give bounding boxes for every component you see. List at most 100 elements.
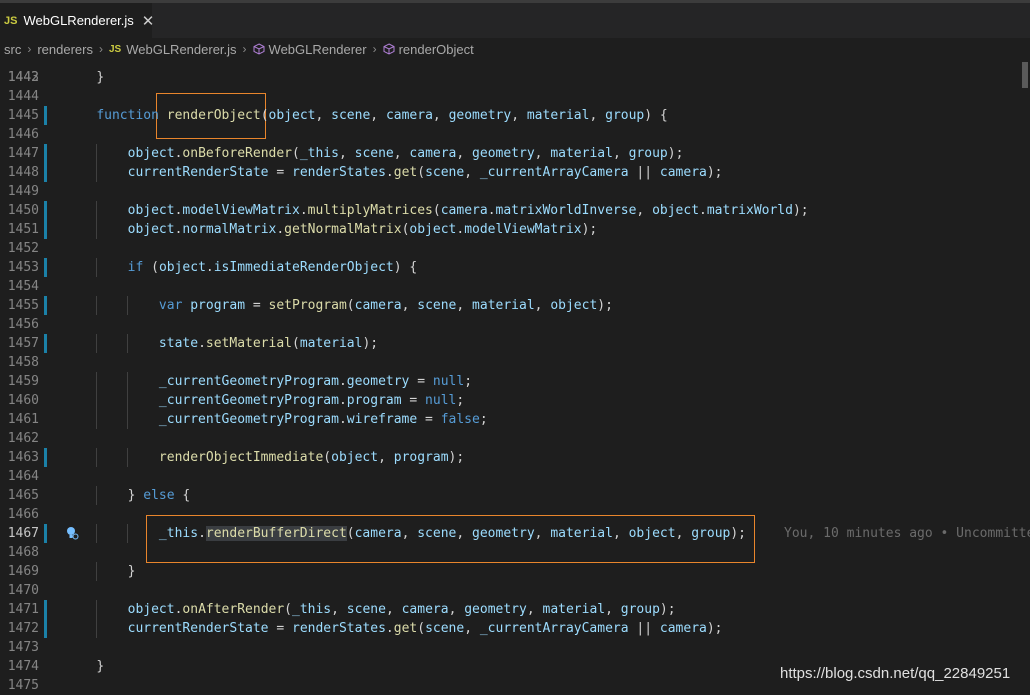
code-line[interactable]: 1467 _this.renderBufferDirect(camera, sc… <box>0 524 1030 543</box>
chevron-right-icon: › <box>98 42 103 56</box>
class-cube-icon <box>253 43 265 55</box>
code-text: _this.renderBufferDirect(camera, scene, … <box>158 526 747 541</box>
code-text: currentRenderState = renderStates.get(sc… <box>127 165 723 180</box>
code-text: object.onAfterRender(_this, scene, camer… <box>127 602 676 617</box>
code-line[interactable]: 1463 renderObjectImmediate(object, progr… <box>0 448 1030 467</box>
line-number: 1467 <box>7 526 39 541</box>
git-modified-indicator[interactable] <box>44 163 47 182</box>
git-modified-indicator[interactable] <box>44 201 47 220</box>
line-number: 1443 <box>7 70 39 85</box>
line-number: 1474 <box>7 659 39 674</box>
code-line[interactable]: 1465 } else { <box>0 486 1030 505</box>
code-line[interactable]: 1471 object.onAfterRender(_this, scene, … <box>0 600 1030 619</box>
javascript-file-icon: JS <box>108 43 122 55</box>
line-number: 1447 <box>7 146 39 161</box>
code-text: } <box>127 564 136 579</box>
code-text: object.onBeforeRender(_this, scene, came… <box>127 146 684 161</box>
code-text: _currentGeometryProgram.wireframe = fals… <box>158 412 488 427</box>
code-line[interactable]: 1457 state.setMaterial(material); <box>0 334 1030 353</box>
code-editor[interactable]: 1442 1443 } 1444 1445 function renderObjec… <box>0 60 1030 695</box>
code-text: } <box>96 70 105 85</box>
code-line[interactable]: 1456 <box>0 315 1030 334</box>
git-blame-annotation: You, 10 minutes ago • Uncommitte <box>784 526 1030 541</box>
code-line[interactable]: 1454 <box>0 277 1030 296</box>
line-number: 1456 <box>7 317 39 332</box>
breadcrumb-item-method[interactable]: renderObject <box>399 42 474 57</box>
code-text: currentRenderState = renderStates.get(sc… <box>127 621 723 636</box>
line-number: 1463 <box>7 450 39 465</box>
breadcrumb-item-src[interactable]: src <box>4 42 21 57</box>
git-modified-indicator[interactable] <box>44 106 47 125</box>
code-line-partial: 1442 <box>0 60 1030 85</box>
code-line[interactable]: 1461 _currentGeometryProgram.wireframe =… <box>0 410 1030 429</box>
code-line[interactable]: 1448 currentRenderState = renderStates.g… <box>0 163 1030 182</box>
breadcrumb-item-class[interactable]: WebGLRenderer <box>269 42 367 57</box>
code-line[interactable]: 1458 <box>0 353 1030 372</box>
line-number: 1453 <box>7 260 39 275</box>
code-line[interactable]: 1455 var program = setProgram(camera, sc… <box>0 296 1030 315</box>
git-modified-indicator[interactable] <box>44 619 47 638</box>
line-number: 1449 <box>7 184 39 199</box>
code-line[interactable]: 1444 <box>0 87 1030 106</box>
code-line[interactable]: 1468 <box>0 543 1030 562</box>
code-line[interactable]: 1459 _currentGeometryProgram.geometry = … <box>0 372 1030 391</box>
code-line[interactable]: 1470 <box>0 581 1030 600</box>
line-number: 1444 <box>7 89 39 104</box>
code-line[interactable]: 1449 <box>0 182 1030 201</box>
tab-webglrenderer[interactable]: JS WebGLRenderer.js ✕ <box>0 3 155 38</box>
line-number: 1472 <box>7 621 39 636</box>
code-line[interactable]: 1450 object.modelViewMatrix.multiplyMatr… <box>0 201 1030 220</box>
code-text: var program = setProgram(camera, scene, … <box>158 298 613 313</box>
code-text: renderObjectImmediate(object, program); <box>158 450 465 465</box>
code-line[interactable]: 1462 <box>0 429 1030 448</box>
close-icon[interactable]: ✕ <box>142 12 155 30</box>
line-number: 1454 <box>7 279 39 294</box>
line-number: 1448 <box>7 165 39 180</box>
line-number: 1450 <box>7 203 39 218</box>
code-line[interactable]: 1446 <box>0 125 1030 144</box>
git-modified-indicator[interactable] <box>44 524 47 543</box>
code-line[interactable]: 1443 } <box>0 68 1030 87</box>
line-number: 1458 <box>7 355 39 370</box>
code-line[interactable]: 1451 object.normalMatrix.getNormalMatrix… <box>0 220 1030 239</box>
code-text: _currentGeometryProgram.program = null; <box>158 393 465 408</box>
git-modified-indicator[interactable] <box>44 334 47 353</box>
line-number: 1461 <box>7 412 39 427</box>
code-line[interactable]: 1473 <box>0 638 1030 657</box>
code-line[interactable]: 1445 function renderObject(object, scene… <box>0 106 1030 125</box>
line-number: 1460 <box>7 393 39 408</box>
code-line[interactable]: 1460 _currentGeometryProgram.program = n… <box>0 391 1030 410</box>
line-number: 1462 <box>7 431 39 446</box>
breadcrumb-item-renderers[interactable]: renderers <box>37 42 93 57</box>
line-number: 1469 <box>7 564 39 579</box>
git-modified-indicator[interactable] <box>44 448 47 467</box>
line-number: 1455 <box>7 298 39 313</box>
git-modified-indicator[interactable] <box>44 600 47 619</box>
code-line[interactable]: 1447 object.onBeforeRender(_this, scene,… <box>0 144 1030 163</box>
lightbulb-icon[interactable] <box>64 525 80 541</box>
tab-title: WebGLRenderer.js <box>23 13 134 28</box>
chevron-right-icon: › <box>372 42 377 56</box>
line-number: 1475 <box>7 678 39 693</box>
code-line[interactable]: 1469 } <box>0 562 1030 581</box>
code-text: object.modelViewMatrix.multiplyMatrices(… <box>127 203 809 218</box>
git-modified-indicator[interactable] <box>44 220 47 239</box>
code-line[interactable]: 1452 <box>0 239 1030 258</box>
code-line[interactable]: 1453 if (object.isImmediateRenderObject)… <box>0 258 1030 277</box>
code-line[interactable]: 1464 <box>0 467 1030 486</box>
code-line[interactable]: 1466 <box>0 505 1030 524</box>
git-modified-indicator[interactable] <box>44 296 47 315</box>
tab-bar: JS WebGLRenderer.js ✕ <box>0 0 1030 38</box>
code-line[interactable]: 1472 currentRenderState = renderStates.g… <box>0 619 1030 638</box>
chevron-right-icon: › <box>242 42 247 56</box>
javascript-file-icon: JS <box>4 14 18 27</box>
git-modified-indicator[interactable] <box>44 144 47 163</box>
line-number: 1470 <box>7 583 39 598</box>
chevron-right-icon: › <box>27 42 32 56</box>
line-number: 1464 <box>7 469 39 484</box>
method-cube-icon <box>383 43 395 55</box>
line-number: 1452 <box>7 241 39 256</box>
line-number: 1468 <box>7 545 39 560</box>
breadcrumb-item-file[interactable]: WebGLRenderer.js <box>126 42 236 57</box>
git-modified-indicator[interactable] <box>44 258 47 277</box>
